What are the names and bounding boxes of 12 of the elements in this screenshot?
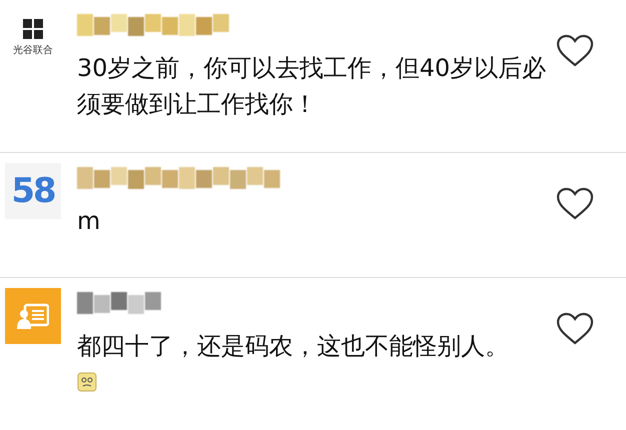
logo-caption: 光谷联合 [13, 44, 53, 57]
grid-logo-icon [23, 19, 43, 39]
comment-text: 都四十了，还是码农，这也不能怪别人。 [77, 331, 510, 362]
avatar[interactable]: 58 [5, 163, 61, 219]
like-heart-icon[interactable] [556, 312, 594, 346]
comment-text: m [77, 206, 102, 237]
contact-card-icon [17, 303, 49, 329]
logo-number: 58 [11, 171, 55, 211]
comment-text: 30岁之前，你可以去找工作，但40岁以后必须要做到让工作找你！ [77, 53, 547, 120]
like-heart-icon[interactable] [556, 34, 594, 68]
like-heart-icon[interactable] [556, 187, 594, 221]
smiley-emoji-icon [77, 372, 97, 392]
